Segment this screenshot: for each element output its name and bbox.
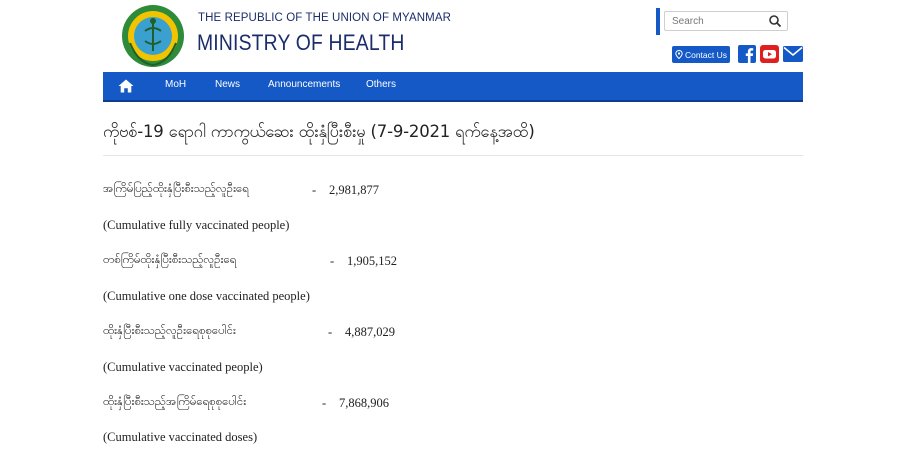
contact-us-label: Contact Us [684,49,728,60]
ministry-logo[interactable] [118,3,188,69]
youtube-icon[interactable] [760,45,779,63]
stat-value-vaccinated-doses: 7,868,906 [339,396,389,410]
stat-value-vaccinated-people: 4,887,029 [345,325,395,339]
stat-english-vaccinated-doses: (Cumulative vaccinated doses) [103,430,258,444]
ministry-title[interactable]: MINISTRY OF HEALTH [197,30,405,56]
nav-item-others[interactable]: Others [366,79,396,90]
location-pin-icon [675,50,683,59]
stat-english-one-dose: (Cumulative one dose vaccinated people) [103,289,310,303]
page-title: ကိုဗစ်-19 ရောဂါ ကာကွယ်ဆေး ထိုးနှံပြီးစီး… [103,122,535,141]
stat-dash: - [312,183,317,197]
stat-english-fully-vaccinated: (Cumulative fully vaccinated people) [103,218,290,232]
stat-dash: - [328,325,333,339]
stat-dash: - [322,396,327,410]
stat-label-vaccinated-people: ထိုးနှံပြီးစီးသည့်လူဦးရေစုစုပေါင်း [103,323,236,337]
stat-dash: - [330,254,335,268]
mail-icon[interactable] [783,46,803,62]
stat-label-vaccinated-doses: ထိုးနှံပြီးစီးသည့်အကြိမ်ရေစုစုပေါင်း [103,394,247,408]
site-header: THE REPUBLIC OF THE UNION OF MYANMAR MIN… [0,0,900,72]
nav-item-news[interactable]: News [215,79,240,90]
main-nav: MoH News Announcements Others [103,72,803,102]
stat-value-fully-vaccinated: 2,981,877 [329,183,379,197]
republic-title: THE REPUBLIC OF THE UNION OF MYANMAR [198,11,452,25]
facebook-icon[interactable] [738,45,756,63]
contact-us-button[interactable]: Contact Us [672,46,730,63]
home-icon[interactable] [118,79,134,93]
stat-label-fully-vaccinated: အကြိမ်ပြည့်ထိုးနှံပြီးစီးသည့်လူဦးရေ [103,181,249,195]
search-icon[interactable] [768,14,782,28]
nav-item-moh[interactable]: MoH [165,79,186,90]
stat-value-one-dose: 1,905,152 [347,254,397,268]
title-divider [103,155,803,156]
stat-english-vaccinated-people: (Cumulative vaccinated people) [103,360,263,374]
nav-item-announcements[interactable]: Announcements [268,79,340,90]
stat-label-one-dose: တစ်ကြိမ်ထိုးနှံပြီးစီးသည့်လူဦးရေ [103,252,237,266]
search-box [656,8,791,35]
